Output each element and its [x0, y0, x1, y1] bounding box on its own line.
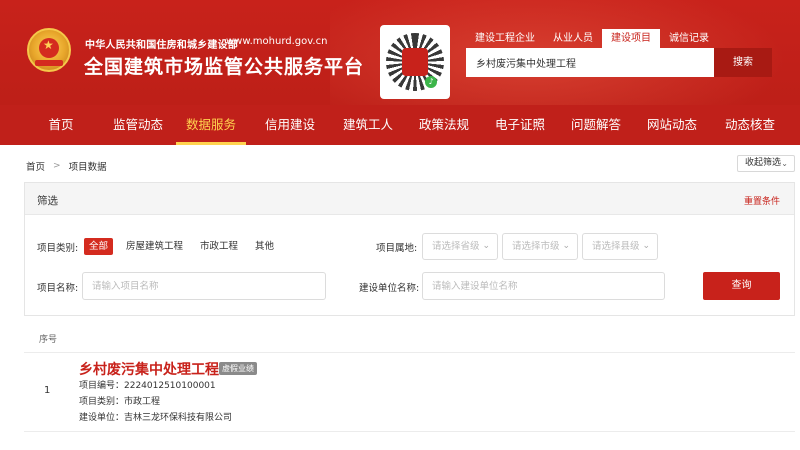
query-button[interactable]: 查询 — [703, 272, 780, 300]
city-placeholder: 请选择市级 — [512, 241, 560, 252]
breadcrumb-home[interactable]: 首页 — [26, 159, 45, 173]
category-option-other[interactable]: 其他 — [250, 238, 279, 255]
breadcrumb-current: 项目数据 — [68, 162, 107, 173]
reset-filter-link[interactable]: 重置条件 — [744, 194, 780, 207]
project-name-label: 项目名称: — [37, 283, 79, 294]
site-title[interactable]: 全国建筑市场监管公共服务平台 — [84, 52, 364, 79]
search-tab-personnel[interactable]: 从业人员 — [544, 29, 602, 48]
project-name-input[interactable] — [82, 272, 326, 300]
national-emblem-icon[interactable]: ★ — [27, 28, 71, 72]
project-unit: 建设单位：吉林三龙环保科技有限公司 — [79, 413, 233, 423]
table-row: 1 乡村废污集中处理工程 虚假业绩 项目编号：2224012510100001 … — [24, 354, 795, 432]
search-tabs: 建设工程企业 从业人员 建设项目 诚信记录 — [466, 29, 718, 48]
project-title-link[interactable]: 乡村废污集中处理工程 — [79, 359, 219, 379]
nav-item-e-license[interactable]: 电子证照 — [482, 105, 558, 145]
ministry-name: 中华人民共和国住房和城乡建设部 — [85, 40, 238, 51]
chevron-down-icon: ⌄ — [642, 241, 650, 251]
filter-header: 筛选 重置条件 — [25, 183, 794, 215]
search-tab-credit[interactable]: 诚信记录 — [660, 29, 718, 48]
chevron-down-icon: ⌄ — [781, 159, 788, 168]
category-label: 项目类别: — [37, 243, 79, 254]
project-code: 项目编号：2224012510100001 — [79, 381, 216, 391]
nav-item-dynamic-check[interactable]: 动态核查 — [710, 105, 790, 145]
breadcrumb: 首页 > 项目数据 — [26, 159, 107, 173]
filter-panel: 筛选 重置条件 项目类别: 全部 房屋建筑工程 市政工程 其他 项目属地: 请选… — [24, 182, 795, 316]
province-placeholder: 请选择省级 — [432, 241, 480, 252]
site-header: ★ 中华人民共和国住房和城乡建设部 www.mohurd.gov.cn 全国建筑… — [0, 0, 800, 105]
qr-code-icon: ♪ — [380, 25, 450, 99]
ministry-url[interactable]: www.mohurd.gov.cn — [226, 36, 327, 47]
column-index: 序号 — [39, 335, 58, 345]
search-box: 搜索 — [466, 48, 772, 77]
search-button[interactable]: 搜索 — [714, 48, 772, 77]
chevron-down-icon: ⌄ — [562, 241, 570, 251]
county-select[interactable]: 请选择县级 ⌄ — [582, 233, 658, 260]
results-header: 序号 — [24, 323, 795, 353]
city-select[interactable]: 请选择市级 ⌄ — [502, 233, 578, 260]
row-index: 1 — [44, 385, 51, 396]
search-tab-enterprise[interactable]: 建设工程企业 — [466, 29, 544, 48]
filter-title: 筛选 — [37, 195, 58, 207]
status-badge: 虚假业绩 — [219, 362, 257, 375]
chevron-down-icon: ⌄ — [482, 241, 490, 251]
county-placeholder: 请选择县级 — [592, 241, 640, 252]
construction-unit-input[interactable] — [422, 272, 665, 300]
nav-item-home[interactable]: 首页 — [30, 105, 92, 145]
category-option-municipal[interactable]: 市政工程 — [195, 238, 243, 255]
nav-item-policy[interactable]: 政策法规 — [406, 105, 482, 145]
province-select[interactable]: 请选择省级 ⌄ — [422, 233, 498, 260]
nav-item-regulation-news[interactable]: 监管动态 — [100, 105, 176, 145]
nav-item-data-service[interactable]: 数据服务 — [176, 105, 246, 145]
collapse-filter-button[interactable]: 收起筛选 ⌄ — [737, 155, 795, 172]
nav-item-faq[interactable]: 问题解答 — [558, 105, 634, 145]
category-option-building[interactable]: 房屋建筑工程 — [121, 238, 188, 255]
nav-item-workers[interactable]: 建筑工人 — [330, 105, 406, 145]
construction-unit-label: 建设单位名称: — [359, 283, 420, 294]
location-label: 项目属地: — [376, 243, 418, 254]
chevron-right-icon: > — [53, 161, 61, 171]
search-tab-project[interactable]: 建设项目 — [602, 29, 660, 48]
main-nav: 首页 监管动态 数据服务 信用建设 建筑工人 政策法规 电子证照 问题解答 网站… — [0, 105, 800, 145]
category-option-all[interactable]: 全部 — [84, 238, 114, 255]
nav-item-credit[interactable]: 信用建设 — [252, 105, 328, 145]
project-category: 项目类别：市政工程 — [79, 397, 161, 407]
collapse-filter-label: 收起筛选 — [745, 158, 782, 168]
search-input[interactable] — [466, 48, 714, 77]
nav-item-site-news[interactable]: 网站动态 — [634, 105, 710, 145]
